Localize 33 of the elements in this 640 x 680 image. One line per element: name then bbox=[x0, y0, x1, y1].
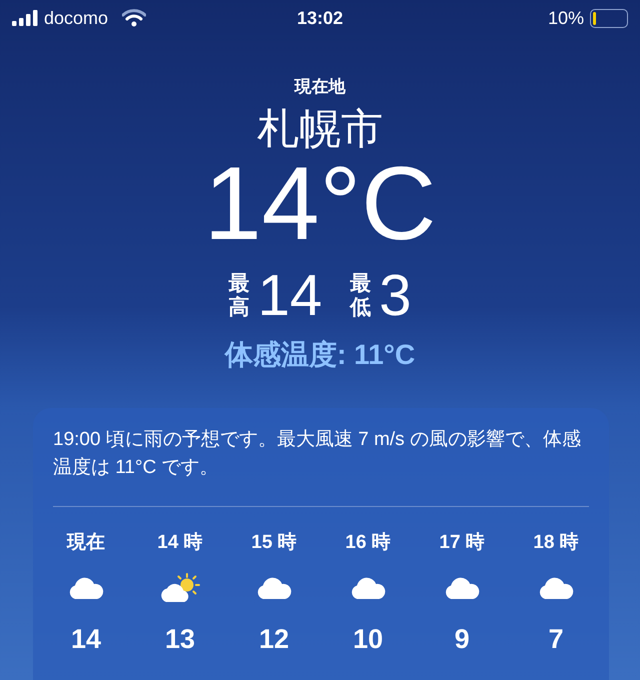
signal-icon bbox=[12, 10, 38, 26]
hour-temperature: 10 bbox=[352, 623, 384, 656]
cloud-icon bbox=[350, 576, 386, 600]
hour-temperature: 14 bbox=[70, 623, 102, 656]
hour-label: 18 時 bbox=[533, 531, 579, 555]
cloud-icon bbox=[538, 576, 574, 600]
hour-temperature: 9 bbox=[454, 623, 470, 656]
temperature-value: 14 bbox=[258, 266, 322, 326]
hour-temperature: 12 bbox=[258, 623, 290, 656]
temperature-label: 最低 bbox=[350, 272, 372, 319]
temperature-label: 最高 bbox=[228, 272, 250, 319]
hour-label: 現在 bbox=[67, 531, 105, 555]
hour-label: 14 時 bbox=[157, 531, 203, 555]
clock-time: 13:02 bbox=[296, 6, 344, 30]
location-label: 現在地 bbox=[294, 76, 346, 98]
cloud-icon bbox=[256, 576, 292, 600]
battery-percentage: 10% bbox=[548, 6, 584, 30]
forecast-summary: 19:00 頃に雨の予想です。最大風速 7 m/s の風の影響で、体感温度は 11°C です。 bbox=[53, 428, 582, 480]
current-temperature: 14°C bbox=[204, 152, 436, 256]
hour-temperature: 13 bbox=[164, 623, 196, 656]
hour-temperature: 7 bbox=[548, 623, 564, 656]
sun-behind-cloud-icon bbox=[160, 573, 200, 603]
battery-icon bbox=[590, 8, 628, 28]
city-name: 札幌市 bbox=[257, 104, 383, 154]
hour-label: 16 時 bbox=[345, 531, 391, 555]
temperature-value: 3 bbox=[379, 266, 412, 326]
carrier-name: docomo bbox=[44, 6, 108, 30]
cloud-icon bbox=[68, 576, 104, 600]
cloud-icon bbox=[444, 576, 480, 600]
hour-label: 15 時 bbox=[251, 531, 297, 555]
feels-like-temperature: 体感温度: 11°C bbox=[224, 338, 416, 372]
hour-label: 17 時 bbox=[439, 531, 485, 555]
wifi-icon bbox=[122, 9, 146, 27]
